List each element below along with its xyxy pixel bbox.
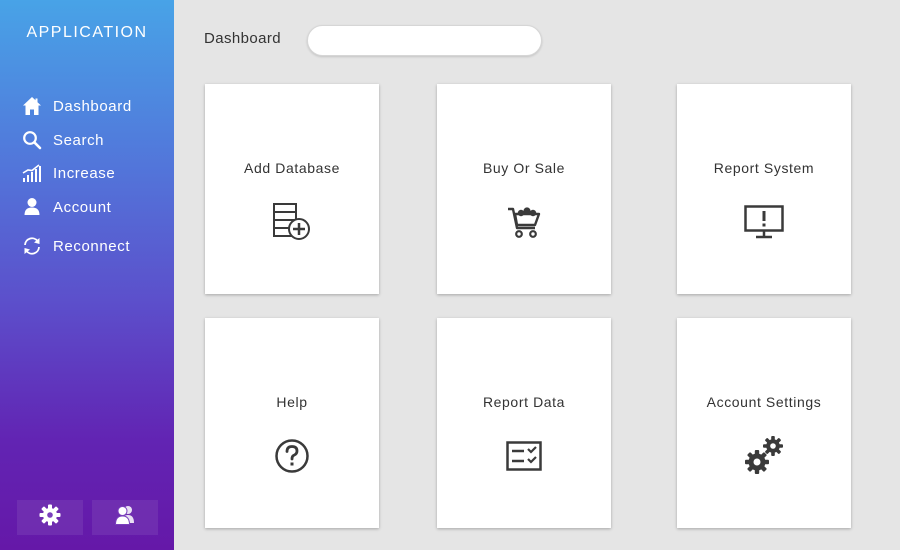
bar-chart-icon [22, 162, 44, 184]
sidebar-item-dashboard[interactable]: Dashboard [22, 95, 162, 117]
monitor-alert-icon [742, 200, 786, 244]
shopping-cart-icon [502, 200, 546, 244]
sidebar: APPLICATION Dashboard Search Increase Ac… [0, 0, 174, 550]
users-button[interactable] [92, 500, 158, 535]
app-title: APPLICATION [26, 24, 148, 41]
sidebar-item-search[interactable]: Search [22, 129, 162, 151]
card-title: Account Settings [706, 394, 822, 410]
home-icon [22, 95, 44, 117]
card-title: Help [276, 394, 308, 410]
card-add-database[interactable]: Add Database [205, 84, 379, 294]
sidebar-item-label: Increase [53, 164, 116, 182]
user-icon [22, 196, 44, 218]
settings-button[interactable] [17, 500, 83, 535]
add-database-icon [270, 200, 314, 244]
report-data-icon [502, 434, 546, 478]
sidebar-item-label: Dashboard [53, 97, 132, 115]
card-title: Report Data [482, 394, 566, 410]
card-account-settings[interactable]: Account Settings [677, 318, 851, 528]
gear-icon [39, 504, 61, 531]
search-input[interactable] [307, 25, 542, 56]
sidebar-item-label: Search [53, 131, 105, 149]
sidebar-item-account[interactable]: Account [22, 196, 162, 218]
search-icon [22, 129, 44, 151]
card-report-system[interactable]: Report System [677, 84, 851, 294]
refresh-icon [22, 235, 44, 257]
sidebar-item-increase[interactable]: Increase [22, 162, 162, 184]
sidebar-item-reconnect[interactable]: Reconnect [22, 235, 162, 257]
users-icon [114, 505, 136, 530]
page-title: Dashboard [204, 30, 281, 47]
sidebar-item-label: Account [53, 198, 112, 216]
sidebar-item-label: Reconnect [53, 237, 131, 255]
gears-icon [742, 434, 786, 478]
card-title: Add Database [244, 160, 340, 176]
card-buy-or-sale[interactable]: Buy Or Sale [437, 84, 611, 294]
card-help[interactable]: Help [205, 318, 379, 528]
help-icon [270, 434, 314, 478]
card-title: Buy Or Sale [482, 160, 566, 176]
card-title: Report System [713, 160, 815, 176]
card-report-data[interactable]: Report Data [437, 318, 611, 528]
